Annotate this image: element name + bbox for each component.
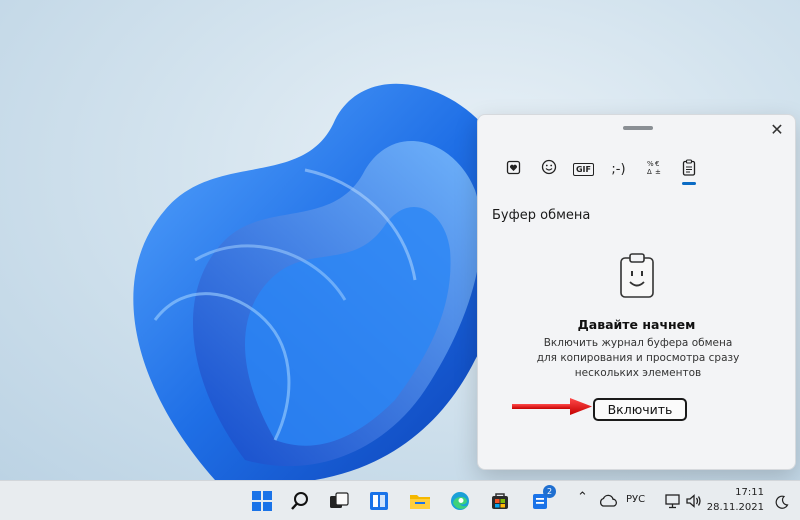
tab-gif[interactable]: GIF	[566, 155, 601, 183]
store-icon	[492, 493, 508, 509]
moon-icon	[775, 495, 789, 509]
focus-assist-button[interactable]	[770, 490, 794, 514]
svg-text:Δ: Δ	[647, 168, 652, 175]
tab-clipboard[interactable]	[671, 155, 706, 185]
search-button[interactable]	[288, 489, 312, 513]
tab-kaomoji[interactable]: ;-)	[601, 155, 636, 183]
svg-text:%: %	[647, 160, 654, 168]
notification-badge: 2	[543, 485, 556, 498]
section-title: Буфер обмена	[492, 208, 591, 223]
tab-emoji[interactable]	[531, 155, 566, 183]
cloud-icon	[599, 494, 617, 507]
tab-favorites[interactable]	[496, 155, 531, 183]
svg-text:±: ±	[655, 168, 661, 175]
task-view-button[interactable]	[327, 489, 351, 513]
emoji-icon	[541, 159, 557, 179]
heart-icon	[506, 160, 521, 179]
widgets-button[interactable]	[367, 489, 391, 513]
store-button[interactable]	[488, 489, 512, 513]
volume-button[interactable]	[682, 489, 706, 513]
start-button[interactable]	[250, 489, 274, 513]
enable-clipboard-history-button[interactable]: Включить	[593, 398, 687, 421]
red-arrow-annotation	[512, 398, 592, 415]
mail-app-button[interactable]: 2	[528, 485, 556, 513]
windows-logo-icon	[252, 491, 272, 511]
tab-symbols[interactable]: % € Δ ±	[636, 155, 671, 183]
drag-handle[interactable]	[623, 126, 653, 130]
svg-text:€: €	[655, 160, 659, 168]
task-view-icon	[330, 492, 349, 508]
empty-state-description: Включить журнал буфера обмена для копиро…	[536, 337, 740, 379]
symbols-icon: % € Δ ±	[646, 159, 662, 179]
onedrive-button[interactable]	[596, 488, 620, 512]
gif-icon: GIF	[572, 162, 594, 176]
edge-icon	[451, 492, 469, 510]
panel-tabs: GIF ;-) % € Δ ±	[496, 155, 706, 185]
volume-icon	[686, 494, 701, 508]
file-explorer-button[interactable]	[408, 489, 432, 513]
language-indicator[interactable]: РУС	[626, 494, 645, 505]
edge-button[interactable]	[448, 489, 472, 513]
folder-icon	[410, 495, 430, 509]
windows-bloom-wallpaper	[133, 83, 513, 480]
show-hidden-icons-chevron-up-icon[interactable]: ⌃	[577, 490, 588, 505]
kaomoji-icon: ;-)	[611, 161, 626, 177]
close-button[interactable]: ✕	[767, 120, 787, 140]
clock[interactable]: 17:11 28.11.2021	[707, 485, 764, 515]
search-icon	[291, 492, 308, 510]
taskbar: 2 ⌃ РУС 17:11 28.11.2021	[0, 480, 800, 520]
clipboard-smile-illustration	[619, 253, 655, 303]
clock-date: 28.11.2021	[706, 502, 764, 513]
widgets-icon	[370, 492, 388, 510]
clock-time: 17:11	[735, 487, 764, 498]
network-icon	[665, 494, 680, 509]
clipboard-icon	[682, 158, 696, 180]
empty-state-heading: Давайте начнем	[577, 317, 696, 332]
